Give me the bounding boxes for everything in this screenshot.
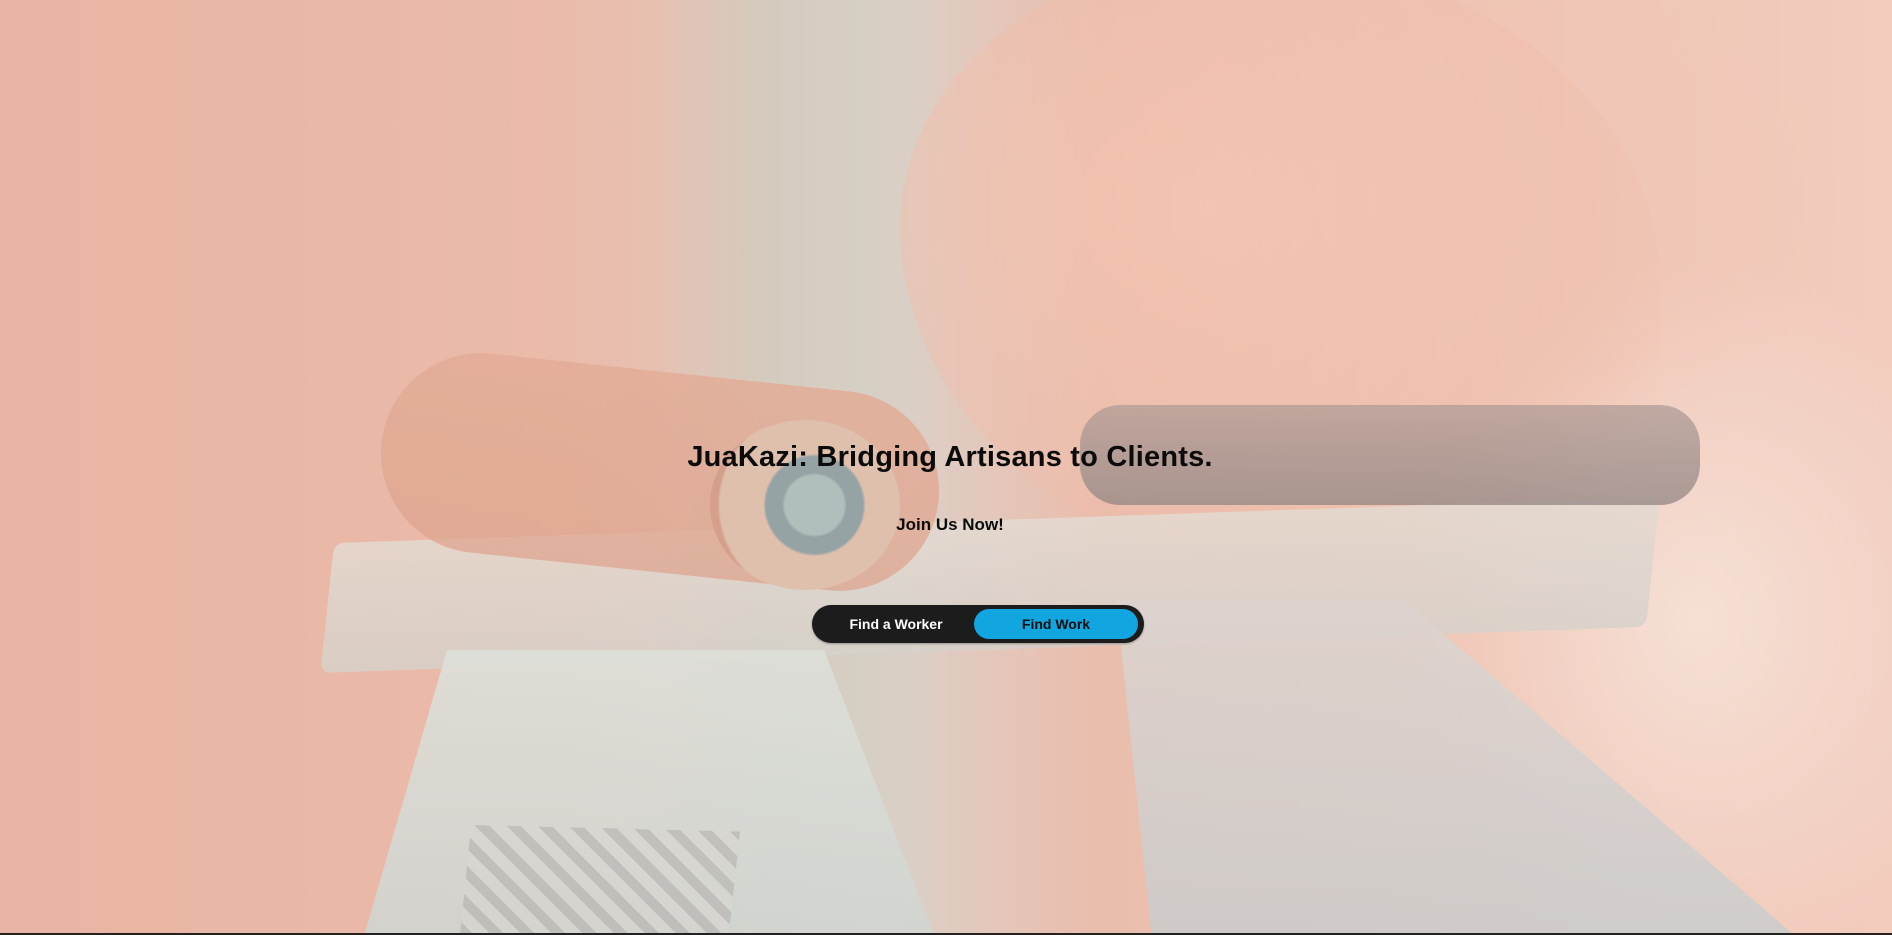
hero-section: JuaKazi: Bridging Artisans to Clients. J… (0, 0, 1892, 935)
hero-title: JuaKazi: Bridging Artisans to Clients. (687, 441, 1213, 473)
find-work-button[interactable]: Find Work (974, 609, 1138, 639)
find-worker-button[interactable]: Find a Worker (816, 609, 976, 639)
role-toggle: Find a Worker Find Work (812, 605, 1144, 643)
hero-subtitle: Join Us Now! (896, 515, 1004, 534)
landing-page: JuaKazi: Bridging Artisans to Clients. J… (0, 0, 1892, 935)
